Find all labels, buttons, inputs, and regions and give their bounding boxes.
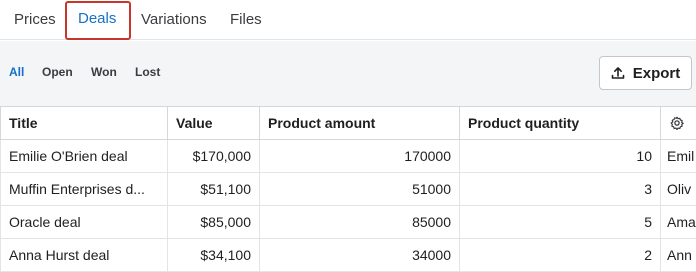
table-row[interactable]: Muffin Enterprises d... $51,100 51000 3 …: [0, 173, 696, 206]
column-header-product-amount[interactable]: Product amount: [259, 107, 459, 139]
tab-variations[interactable]: Variations: [141, 0, 207, 40]
cell-title[interactable]: Oracle deal: [0, 206, 167, 238]
cell-product-quantity: 3: [459, 173, 660, 205]
column-header-product-quantity[interactable]: Product quantity: [459, 107, 660, 139]
export-button[interactable]: Export: [599, 56, 692, 90]
tab-deals[interactable]: Deals: [78, 0, 117, 40]
cell-product-quantity: 10: [459, 140, 660, 172]
cell-title[interactable]: Muffin Enterprises d...: [0, 173, 167, 205]
cell-overflow: Oliv: [660, 173, 696, 205]
cell-overflow: Emil: [660, 140, 696, 172]
cell-product-amount: 170000: [259, 140, 459, 172]
cell-value: $85,000: [167, 206, 259, 238]
cell-product-amount: 34000: [259, 239, 459, 271]
cell-product-amount: 51000: [259, 173, 459, 205]
cell-title[interactable]: Anna Hurst deal: [0, 239, 167, 271]
cell-product-quantity: 5: [459, 206, 660, 238]
tab-prices[interactable]: Prices: [14, 0, 56, 40]
table-header-row: Title Value Product amount Product quant…: [0, 107, 696, 140]
table-row[interactable]: Oracle deal $85,000 85000 5 Ama: [0, 206, 696, 239]
filter-lost[interactable]: Lost: [135, 65, 160, 79]
deals-table: Title Value Product amount Product quant…: [0, 106, 696, 272]
table-row[interactable]: Emilie O'Brien deal $170,000 170000 10 E…: [0, 140, 696, 173]
gear-icon[interactable]: [670, 116, 684, 135]
filter-open[interactable]: Open: [42, 65, 73, 79]
column-header-value[interactable]: Value: [167, 107, 259, 139]
cell-overflow: Ann: [660, 239, 696, 271]
filter-all[interactable]: All: [9, 65, 24, 79]
filter-won[interactable]: Won: [91, 65, 117, 79]
table-row[interactable]: Anna Hurst deal $34,100 34000 2 Ann: [0, 239, 696, 272]
tab-files[interactable]: Files: [230, 0, 262, 40]
cell-overflow: Ama: [660, 206, 696, 238]
upload-icon: [611, 66, 625, 80]
cell-value: $170,000: [167, 140, 259, 172]
column-header-title[interactable]: Title: [0, 107, 167, 139]
cell-product-quantity: 2: [459, 239, 660, 271]
cell-value: $51,100: [167, 173, 259, 205]
cell-product-amount: 85000: [259, 206, 459, 238]
filter-bar: All Open Won Lost Export: [0, 41, 696, 106]
cell-title[interactable]: Emilie O'Brien deal: [0, 140, 167, 172]
export-label: Export: [632, 64, 681, 82]
cell-value: $34,100: [167, 239, 259, 271]
tab-bar: Prices Deals Variations Files: [0, 0, 696, 40]
